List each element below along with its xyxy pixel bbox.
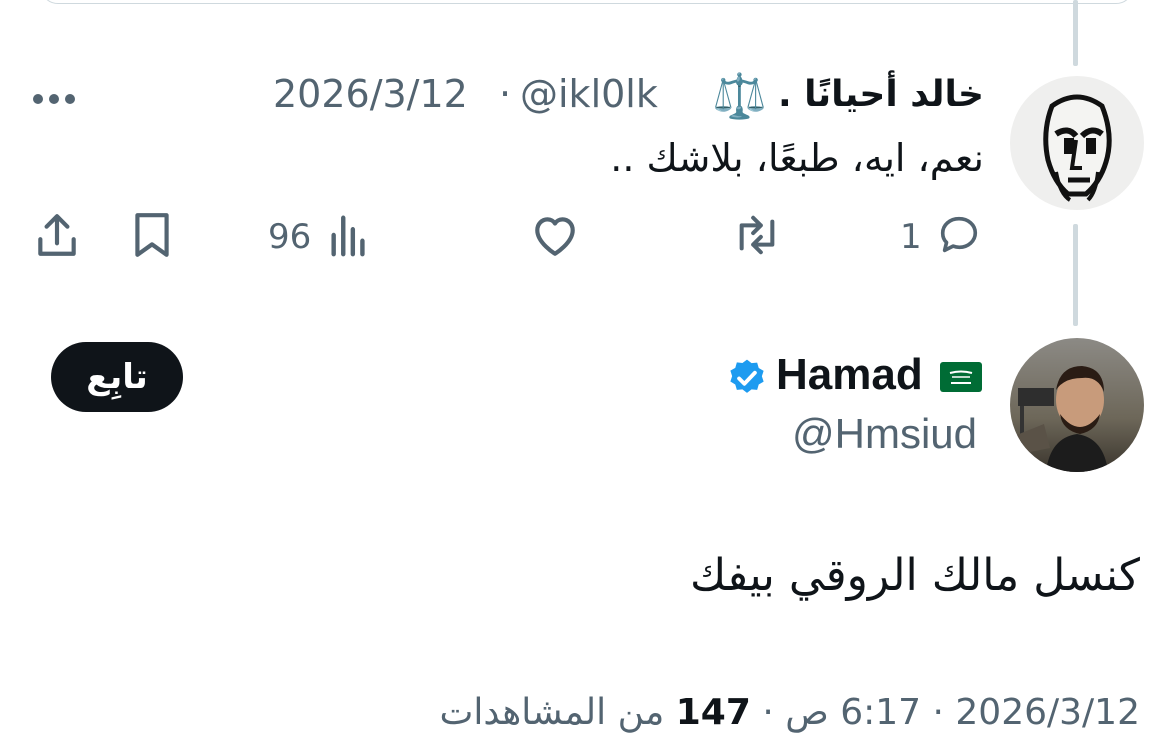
views-count: 96: [268, 217, 312, 257]
main-views-label: من المشاهدات: [439, 692, 665, 733]
tweet-footer-meta: 2026/3/12 · 6:17 ص · 147 من المشاهدات: [439, 692, 1140, 733]
more-horizontal-icon[interactable]: [32, 90, 76, 109]
views-action[interactable]: 96: [268, 212, 371, 262]
main-tweet-text: كنسل مالك الروقي بيفك: [690, 550, 1140, 601]
reply-action[interactable]: 1: [900, 212, 982, 262]
reply-text: نعم، ايه، طبعًا، بلاشك ..: [610, 136, 984, 180]
main-author-handle[interactable]: @Hmsiud: [792, 410, 977, 458]
reply-date[interactable]: 2026/3/12: [273, 72, 468, 116]
repost-icon[interactable]: [730, 212, 784, 262]
reply-icon: [936, 212, 982, 262]
main-author-avatar[interactable]: [1010, 338, 1144, 472]
like-icon[interactable]: [530, 212, 580, 262]
reply-author-name[interactable]: خالد أحيانًا .: [778, 74, 984, 115]
reply-count: 1: [900, 217, 922, 257]
main-author-name[interactable]: Hamad: [776, 350, 923, 400]
saudi-flag-emoji: [940, 362, 982, 396]
main-tweet-timestamp[interactable]: 2026/3/12 · 6:17 ص: [785, 692, 1140, 733]
bookmark-icon[interactable]: [130, 210, 174, 264]
meta-separator: ·: [499, 72, 512, 116]
thread-line-top: [1073, 0, 1078, 66]
main-views-count: 147: [675, 692, 751, 733]
share-icon[interactable]: [34, 210, 80, 264]
follow-button[interactable]: تابِع: [51, 342, 183, 412]
reply-author-avatar[interactable]: [1010, 76, 1144, 210]
previous-card-edge: [40, 0, 1134, 4]
scales-emoji: ⚖️: [712, 71, 767, 122]
reply-author-handle[interactable]: @ikl0lk: [520, 72, 658, 116]
views-icon: [327, 212, 371, 262]
verified-badge-icon: [726, 357, 768, 403]
thread-line-connector: [1073, 224, 1078, 326]
